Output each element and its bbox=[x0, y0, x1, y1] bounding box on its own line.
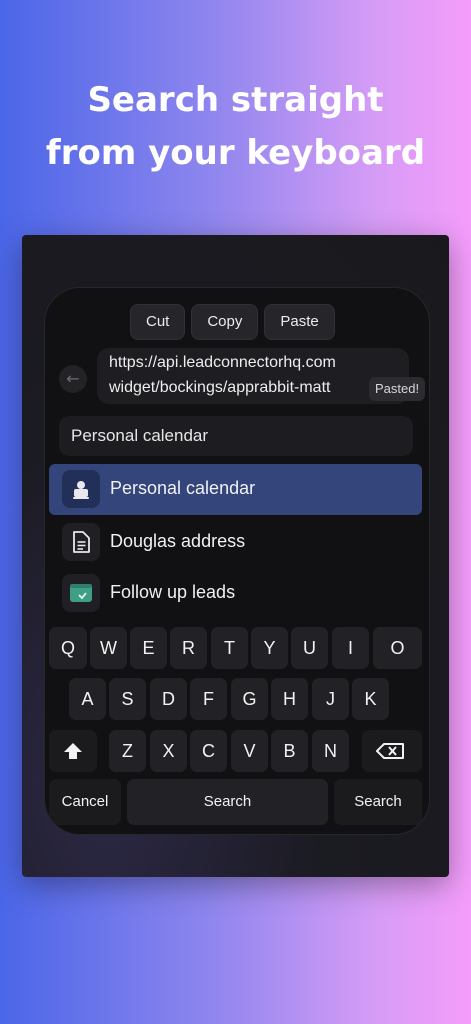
headline-line-2: from your keyboard bbox=[45, 133, 426, 173]
edit-menu: Cut Copy Paste bbox=[130, 304, 335, 340]
calendar-person-icon bbox=[62, 470, 100, 508]
key-r[interactable]: R bbox=[170, 627, 207, 669]
url-text-line-2: widget/bockings/apprabbit-matt bbox=[109, 379, 331, 396]
cut-button[interactable]: Cut bbox=[130, 304, 186, 340]
key-g[interactable]: G bbox=[231, 678, 268, 720]
key-h[interactable]: H bbox=[271, 678, 308, 720]
key-j[interactable]: J bbox=[312, 678, 349, 720]
document-icon bbox=[62, 523, 100, 561]
pasted-badge: Pasted! bbox=[369, 377, 426, 401]
url-field[interactable]: https://api.leadconnectorhq.com widget/b… bbox=[97, 348, 409, 404]
result-follow-up-leads[interactable]: Follow up leads bbox=[49, 568, 422, 619]
result-label: Follow up leads bbox=[110, 582, 236, 602]
search-sheet: Cut Copy Paste ← https://api.leadconnect… bbox=[44, 287, 430, 835]
keyboard: Q W E R T Y U I O A S D F G H J K Z X C … bbox=[45, 622, 429, 834]
paste-button[interactable]: Paste bbox=[264, 304, 335, 340]
key-e[interactable]: E bbox=[130, 627, 167, 669]
key-b[interactable]: B bbox=[271, 730, 308, 772]
key-s[interactable]: S bbox=[109, 678, 146, 720]
cancel-key[interactable]: Cancel bbox=[49, 779, 121, 825]
key-k[interactable]: K bbox=[352, 678, 389, 720]
key-x[interactable]: X bbox=[150, 730, 187, 772]
key-n[interactable]: N bbox=[312, 730, 349, 772]
shift-icon bbox=[64, 743, 82, 759]
result-label: Douglas address bbox=[110, 531, 246, 551]
key-v[interactable]: V bbox=[231, 730, 268, 772]
key-z[interactable]: Z bbox=[109, 730, 146, 772]
headline: Search straight from your keyboard bbox=[0, 74, 471, 180]
result-label: Personal calendar bbox=[110, 478, 256, 498]
headline-line-1: Search straight bbox=[87, 80, 384, 120]
search-input[interactable]: Personal calendar bbox=[59, 416, 413, 456]
copy-button[interactable]: Copy bbox=[191, 304, 259, 340]
back-arrow-icon[interactable]: ← bbox=[59, 365, 87, 393]
result-douglas-address[interactable]: Douglas address bbox=[49, 517, 422, 568]
url-text-line-1: https://api.leadconnectorhq.com bbox=[109, 354, 336, 371]
return-search-key[interactable]: Search bbox=[334, 779, 422, 825]
space-key[interactable]: Search bbox=[127, 779, 328, 825]
backspace-icon bbox=[376, 743, 404, 759]
key-t[interactable]: T bbox=[211, 627, 248, 669]
key-c[interactable]: C bbox=[190, 730, 227, 772]
key-w[interactable]: W bbox=[90, 627, 127, 669]
result-personal-calendar[interactable]: Personal calendar bbox=[49, 464, 422, 515]
key-d[interactable]: D bbox=[150, 678, 187, 720]
key-u[interactable]: U bbox=[291, 627, 328, 669]
key-a[interactable]: A bbox=[69, 678, 106, 720]
key-o[interactable]: O bbox=[373, 627, 422, 669]
key-y[interactable]: Y bbox=[251, 627, 288, 669]
window-check-icon bbox=[62, 574, 100, 612]
key-q[interactable]: Q bbox=[49, 627, 87, 669]
key-f[interactable]: F bbox=[190, 678, 227, 720]
key-i[interactable]: I bbox=[332, 627, 369, 669]
shift-key[interactable] bbox=[49, 730, 97, 772]
backspace-key[interactable] bbox=[362, 730, 422, 772]
